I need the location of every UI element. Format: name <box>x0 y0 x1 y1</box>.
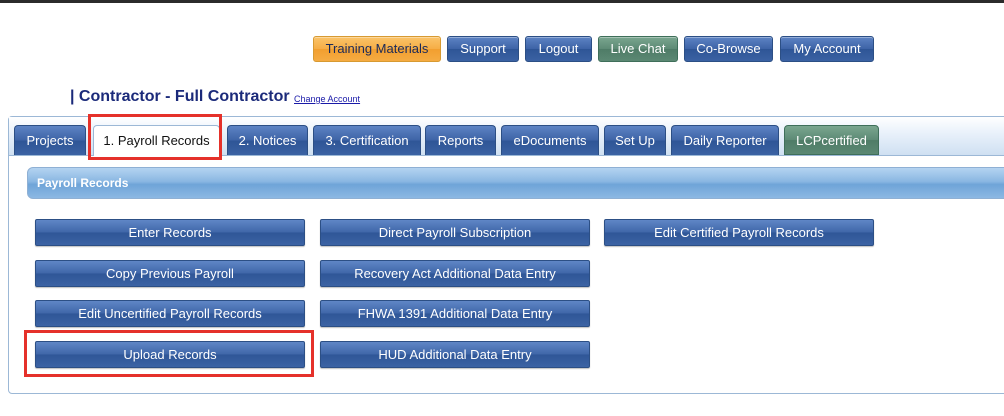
edit-uncertified-payroll-button[interactable]: Edit Uncertified Payroll Records <box>35 300 305 327</box>
change-account-link[interactable]: Change Account <box>294 94 360 104</box>
tab-edocuments[interactable]: eDocuments <box>501 125 599 155</box>
support-button[interactable]: Support <box>447 36 519 62</box>
tab-daily-reporter[interactable]: Daily Reporter <box>671 125 779 155</box>
logout-button[interactable]: Logout <box>525 36 592 62</box>
copy-previous-payroll-button[interactable]: Copy Previous Payroll <box>35 260 305 287</box>
tab-set-up[interactable]: Set Up <box>604 125 666 155</box>
tab-projects[interactable]: Projects <box>14 125 86 155</box>
tab-notices[interactable]: 2. Notices <box>227 125 308 155</box>
tab-lcpcertified[interactable]: LCPcertified <box>784 125 879 155</box>
top-border <box>0 0 1004 3</box>
my-account-button[interactable]: My Account <box>780 36 874 62</box>
tab-payroll-records[interactable]: 1. Payroll Records <box>93 125 220 156</box>
training-materials-button[interactable]: Training Materials <box>313 36 441 62</box>
recovery-act-data-entry-button[interactable]: Recovery Act Additional Data Entry <box>320 260 590 287</box>
fhwa-1391-data-entry-button[interactable]: FHWA 1391 Additional Data Entry <box>320 300 590 327</box>
direct-payroll-subscription-button[interactable]: Direct Payroll Subscription <box>320 219 590 246</box>
live-chat-button[interactable]: Live Chat <box>598 36 678 62</box>
main-panel: Projects 1. Payroll Records 2. Notices 3… <box>8 116 1004 394</box>
tab-reports[interactable]: Reports <box>425 125 496 155</box>
tab-bar: Projects 1. Payroll Records 2. Notices 3… <box>9 117 1004 156</box>
co-browse-button[interactable]: Co-Browse <box>684 36 773 62</box>
edit-certified-payroll-button[interactable]: Edit Certified Payroll Records <box>604 219 874 246</box>
hud-data-entry-button[interactable]: HUD Additional Data Entry <box>320 341 590 368</box>
account-title: | Contractor - Full Contractor <box>70 88 290 105</box>
enter-records-button[interactable]: Enter Records <box>35 219 305 246</box>
tab-certification[interactable]: 3. Certification <box>313 125 421 155</box>
section-header-payroll-records: Payroll Records <box>27 167 1004 199</box>
upload-records-button[interactable]: Upload Records <box>35 341 305 368</box>
